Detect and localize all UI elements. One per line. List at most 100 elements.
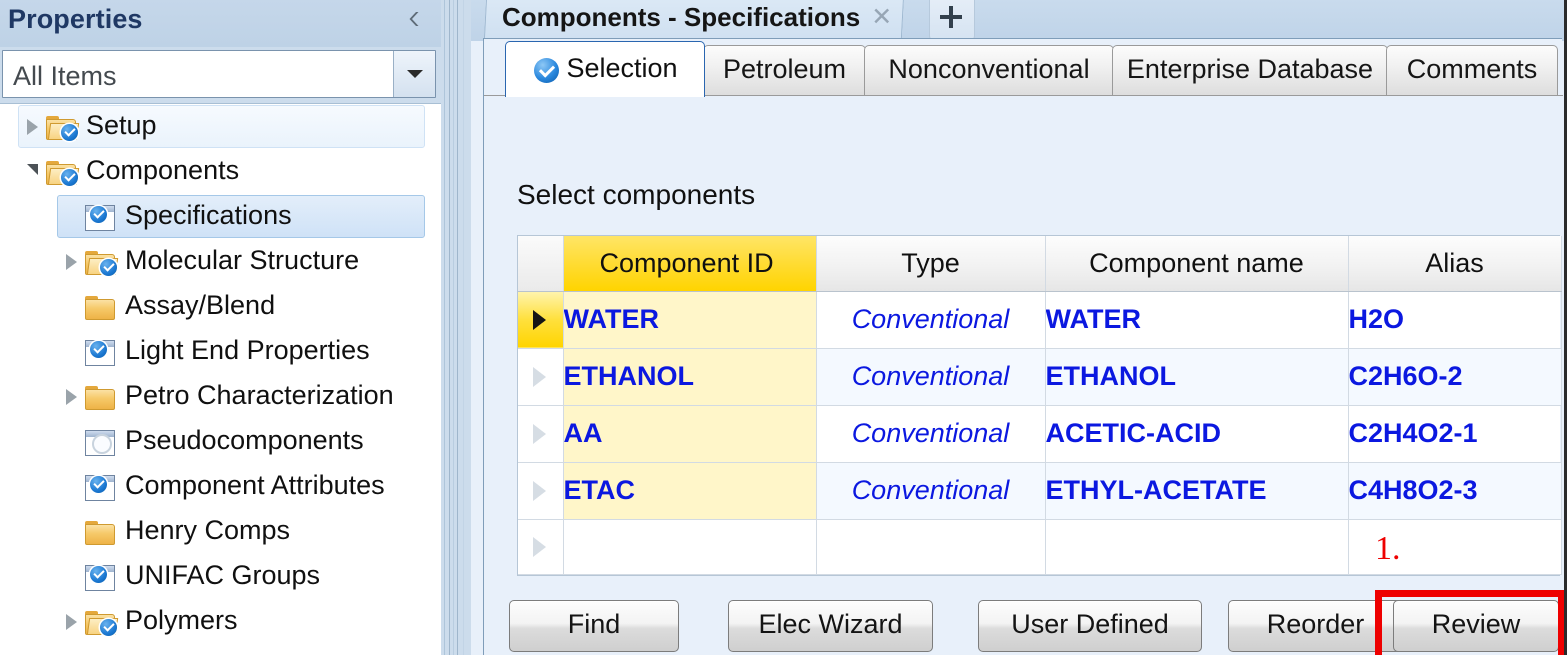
sidebar-item-components[interactable]: Components [0, 149, 441, 194]
find-button[interactable]: Find [509, 600, 679, 652]
search-input[interactable]: All Items [2, 50, 436, 98]
tab-nonconventional[interactable]: Nonconventional [864, 45, 1114, 96]
sidebar-item-specifications[interactable]: Specifications [0, 194, 441, 239]
cell-component-name[interactable]: WATER [1045, 291, 1349, 349]
cell-text: Conventional [851, 304, 1010, 334]
table-header-row: Component ID Type Component name Alias [518, 236, 1562, 292]
table-row[interactable] [518, 519, 1562, 575]
cell-component-id[interactable] [563, 519, 817, 575]
cell-text: C2H6O-2 [1348, 361, 1463, 391]
close-icon[interactable]: ✕ [871, 2, 892, 35]
window-check-icon [84, 560, 118, 594]
sidebar-item-polymers[interactable]: Polymers [0, 599, 441, 644]
cell-text: AA [563, 418, 603, 448]
cell-component-id[interactable]: ETHANOL [563, 348, 817, 406]
tree-row[interactable]: Components [18, 150, 425, 193]
sidebar-item-molecular-structure[interactable]: Molecular Structure [0, 239, 441, 284]
tree-row[interactable]: Pseudocomponents [57, 420, 425, 463]
cell-component-name[interactable]: ACETIC-ACID [1045, 405, 1349, 463]
cell-component-id[interactable]: AA [563, 405, 817, 463]
cell-component-name[interactable]: ETHANOL [1045, 348, 1349, 406]
expander-placeholder [58, 464, 84, 509]
column-header-type[interactable]: Type [816, 236, 1046, 292]
chevron-right-icon[interactable] [58, 239, 84, 284]
cell-component-name[interactable]: ETHYL-ACETATE [1045, 462, 1349, 520]
table-row[interactable]: WATER Conventional WATER H2O [518, 291, 1562, 349]
sidebar-header: Properties [0, 0, 441, 47]
tree-row[interactable]: UNIFAC Groups [57, 555, 425, 598]
column-header-component-id[interactable]: Component ID [563, 236, 817, 292]
tree-row[interactable]: Specifications [57, 195, 425, 238]
cell-alias[interactable]: C2H4O2-1 [1348, 405, 1562, 463]
sidebar-item-unifac-groups[interactable]: UNIFAC Groups [0, 554, 441, 599]
cell-type[interactable]: Conventional [816, 462, 1046, 520]
column-header-alias[interactable]: Alias [1348, 236, 1562, 292]
chevron-right-icon[interactable] [58, 599, 84, 644]
button-label: Find [567, 609, 621, 639]
tab-petroleum[interactable]: Petroleum [703, 45, 866, 96]
cell-alias[interactable]: C2H6O-2 [1348, 348, 1562, 406]
tree-row[interactable]: Molecular Structure [57, 240, 425, 283]
cell-component-name[interactable] [1045, 519, 1349, 575]
cell-component-id[interactable]: WATER [563, 291, 817, 349]
tree-row[interactable]: Assay/Blend [57, 285, 425, 328]
sidebar-item-component-attributes[interactable]: Component Attributes [0, 464, 441, 509]
chevron-left-icon[interactable] [400, 6, 426, 32]
chevron-down-icon[interactable] [19, 149, 45, 194]
row-selector-header [518, 236, 564, 292]
user-defined-button[interactable]: User Defined [978, 600, 1202, 652]
row-selector[interactable] [518, 348, 564, 406]
tab-enterprise-database[interactable]: Enterprise Database [1112, 45, 1388, 96]
tree-row[interactable]: Petro Characterization [57, 375, 425, 418]
sidebar-item-label: Petro Characterization [125, 379, 394, 410]
expander-placeholder [58, 194, 84, 239]
tree-row[interactable]: Light End Properties [57, 330, 425, 373]
cell-type[interactable]: Conventional [816, 291, 1046, 349]
sidebar-item-setup[interactable]: Setup [0, 104, 441, 149]
cell-type[interactable] [816, 519, 1046, 575]
plus-icon[interactable] [929, 0, 975, 41]
tab-selection[interactable]: Selection [505, 41, 705, 97]
tree-row[interactable]: Setup [18, 105, 425, 148]
tree-row[interactable]: Component Attributes [57, 465, 425, 508]
document-tab-components-specifications[interactable]: Components - Specifications ✕ [483, 0, 905, 41]
panel-splitter[interactable] [441, 0, 471, 655]
cell-text: C2H4O2-1 [1348, 418, 1478, 448]
folder-check-icon [45, 155, 80, 189]
sidebar-item-light-end-properties[interactable]: Light End Properties [0, 329, 441, 374]
sidebar-item-label: Light End Properties [125, 334, 370, 365]
cell-component-id[interactable]: ETAC [563, 462, 817, 520]
cell-alias[interactable]: H2O [1348, 291, 1562, 349]
sidebar-item-label: UNIFAC Groups [125, 559, 321, 590]
components-table[interactable]: Component ID Type Component name Alias WATER… [518, 236, 1562, 575]
sidebar-item-pseudocomponents[interactable]: Pseudocomponents [0, 419, 441, 464]
properties-sidebar: Properties All Items Setup Components Spec… [0, 0, 441, 655]
chevron-right-icon[interactable] [19, 104, 45, 149]
tree-row[interactable]: Polymers [57, 600, 425, 643]
tab-label: Comments [1406, 54, 1538, 84]
tree-row[interactable]: Henry Comps [57, 510, 425, 553]
cell-type[interactable]: Conventional [816, 405, 1046, 463]
cell-type[interactable]: Conventional [816, 348, 1046, 406]
row-selector[interactable] [518, 462, 564, 520]
cell-text: C4H8O2-3 [1348, 475, 1478, 505]
sidebar-item-label: Components [86, 154, 240, 185]
table-row[interactable]: ETHANOL Conventional ETHANOL C2H6O-2 [518, 348, 1562, 406]
row-selector[interactable] [518, 291, 564, 349]
elec-wizard-button[interactable]: Elec Wizard [728, 600, 933, 652]
sidebar-item-henry-comps[interactable]: Henry Comps [0, 509, 441, 554]
table-row[interactable]: AA Conventional ACETIC-ACID C2H4O2-1 [518, 405, 1562, 463]
sidebar-item-assay-blend[interactable]: Assay/Blend [0, 284, 441, 329]
tab-comments[interactable]: Comments [1386, 45, 1558, 96]
cell-alias[interactable]: C4H8O2-3 [1348, 462, 1562, 520]
sidebar-item-petro-characterization[interactable]: Petro Characterization [0, 374, 441, 419]
row-selector[interactable] [518, 519, 564, 575]
column-header-component-name[interactable]: Component name [1045, 236, 1349, 292]
row-selector[interactable] [518, 405, 564, 463]
folder-check-icon [45, 110, 80, 144]
table-row[interactable]: ETAC Conventional ETHYL-ACETATE C4H8O2-3 [518, 462, 1562, 520]
cell-text: ETAC [563, 475, 636, 505]
caret-down-icon[interactable] [393, 51, 435, 97]
chevron-right-icon[interactable] [58, 374, 84, 419]
cell-text: ETHYL-ACETATE [1045, 475, 1267, 505]
